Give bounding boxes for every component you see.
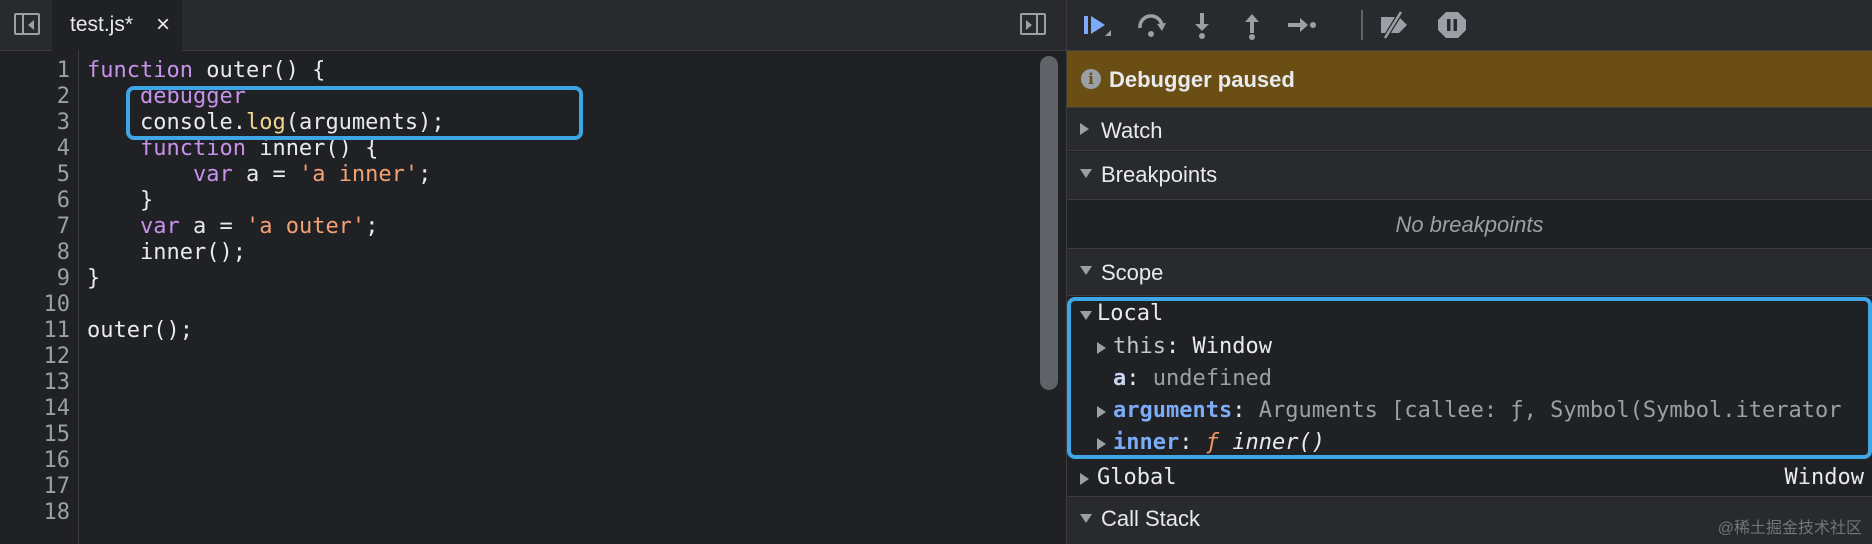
code-line-9: }: [87, 266, 101, 291]
line-number[interactable]: 18: [10, 500, 71, 526]
info-icon: i: [1081, 69, 1101, 89]
line-number[interactable]: 6: [10, 188, 70, 214]
code-line-11: outer();: [87, 318, 193, 343]
toggle-navigator-icon[interactable]: [14, 13, 40, 35]
scope-label: Scope: [1101, 260, 1164, 285]
code-highlight-box: [126, 86, 583, 140]
step-over-icon[interactable]: [1135, 10, 1169, 40]
deactivate-breakpoints-icon[interactable]: [1377, 10, 1411, 40]
editor-tab-bar: test.js* ×: [0, 0, 1066, 52]
line-number[interactable]: 14: [10, 396, 71, 422]
line-number[interactable]: 11: [10, 318, 71, 344]
global-label: Global: [1097, 465, 1177, 490]
editor-scrollbar[interactable]: [1040, 56, 1058, 390]
code-line-5: var a = 'a inner';: [192, 162, 432, 187]
resume-icon[interactable]: [1081, 10, 1115, 40]
line-number[interactable]: 17: [10, 474, 71, 500]
line-number[interactable]: 13: [10, 370, 71, 396]
collapsed-arrow-icon: [1080, 123, 1089, 135]
line-number[interactable]: 16: [10, 448, 71, 474]
call-stack-label: Call Stack: [1101, 506, 1201, 531]
debugger-panel: i Debugger paused Watch Breakpoints No b…: [1067, 0, 1872, 544]
debugger-paused-banner: i Debugger paused: [1067, 51, 1872, 108]
line-number[interactable]: 5: [10, 162, 70, 188]
debugger-toolbar: [1067, 0, 1872, 51]
global-value: Window: [1784, 465, 1864, 490]
watermark: @稀土掘金技术社区: [1717, 520, 1862, 537]
step-out-icon[interactable]: [1235, 10, 1269, 40]
line-number[interactable]: 2: [10, 84, 70, 110]
line-number[interactable]: 9: [10, 266, 70, 292]
expanded-arrow-icon: [1080, 266, 1092, 275]
watch-label: Watch: [1101, 118, 1163, 143]
line-number-gutter[interactable]: 1 2 3 4 5 6 7 8 9 10 11 12 13 14 15 16 17 18: [0, 50, 79, 544]
scope-global[interactable]: Global Window: [1067, 460, 1872, 497]
line-number[interactable]: 10: [10, 292, 71, 318]
line-number[interactable]: 12: [10, 344, 71, 370]
line-number[interactable]: 3: [10, 110, 70, 136]
no-breakpoints-text: No breakpoints: [1395, 212, 1544, 237]
line-number[interactable]: 15: [10, 422, 71, 448]
code-line-1: function outer() {: [87, 58, 326, 83]
tab-label: test.js*: [70, 13, 134, 36]
step-icon[interactable]: [1285, 10, 1319, 40]
line-number[interactable]: 1: [10, 58, 70, 84]
watch-section-header[interactable]: Watch: [1067, 108, 1872, 151]
tab-test-js[interactable]: test.js* ×: [52, 0, 182, 52]
step-into-icon[interactable]: [1185, 10, 1219, 40]
expanded-arrow-icon: [1080, 169, 1092, 178]
code-line-8: inner();: [87, 240, 246, 265]
paused-label: Debugger paused: [1109, 67, 1295, 92]
breakpoints-label: Breakpoints: [1101, 162, 1218, 187]
line-number[interactable]: 4: [10, 136, 70, 162]
scope-highlight-box: [1067, 297, 1872, 459]
code-line-6: }: [87, 188, 154, 213]
pause-on-exceptions-icon[interactable]: [1435, 10, 1469, 40]
breakpoints-section-header[interactable]: Breakpoints: [1067, 152, 1872, 200]
toggle-debugger-icon[interactable]: [1020, 13, 1046, 35]
line-number[interactable]: 7: [10, 214, 70, 240]
code-line-7: var a = 'a outer';: [139, 214, 379, 239]
collapsed-arrow-icon: [1080, 473, 1089, 485]
close-tab-icon[interactable]: ×: [156, 11, 170, 39]
editor-panel: test.js* × 1 2 3 4 5 6 7 8 9 10 11 12 13 14 15 16 17 18 f…: [0, 0, 1066, 544]
no-breakpoints-message: No breakpoints: [1067, 200, 1872, 249]
expanded-arrow-icon: [1080, 514, 1092, 523]
scope-section-header[interactable]: Scope: [1067, 249, 1872, 296]
line-number[interactable]: 8: [10, 240, 70, 266]
toolbar-separator: [1361, 10, 1363, 40]
